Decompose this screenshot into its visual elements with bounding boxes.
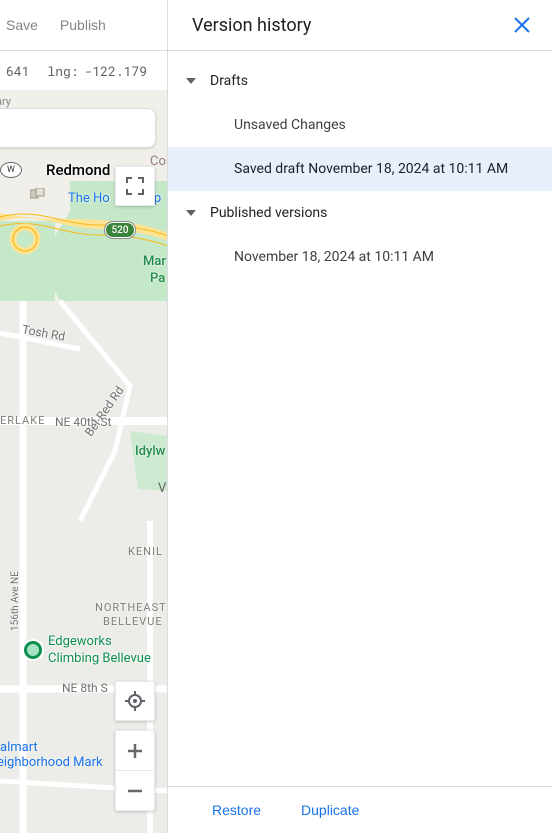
label-edgeworks-2: Climbing Bellevue (48, 651, 151, 666)
lng-key: lng: (47, 62, 78, 80)
plus-icon (127, 743, 143, 759)
label-overlake: ERLAKE (0, 414, 45, 427)
drafts-section-header[interactable]: Drafts (168, 59, 552, 103)
route-shield-520: 520 (105, 222, 135, 238)
label-nebellevue-2: BELLEVUE (103, 615, 163, 628)
published-label: Published versions (210, 205, 327, 221)
panel-footer: Restore Duplicate (168, 786, 552, 833)
close-button[interactable] (510, 13, 534, 37)
label-8th: NE 8th S (62, 681, 108, 695)
my-location-icon (124, 690, 146, 712)
publish-button[interactable]: Publish (60, 17, 106, 33)
version-row-published[interactable]: November 18, 2024 at 10:11 AM (168, 235, 552, 279)
save-button[interactable]: Save (6, 17, 38, 33)
label-redmond: Redmond (46, 161, 110, 179)
label-edgeworks-1: Edgeworks (48, 634, 112, 649)
label-home-depot-a: The Ho (68, 191, 110, 206)
chevron-down-icon (186, 210, 196, 216)
label-156th: 156th Ave NE (10, 571, 21, 631)
label-kenilworth: KENIL (128, 545, 163, 558)
editor-left-column: Save Publish 641 lng: -122.179 (0, 0, 168, 833)
layers-icon (30, 188, 48, 200)
zoom-out-button[interactable] (116, 771, 154, 810)
label-marymoor-1: Mar (143, 254, 166, 269)
chevron-down-icon (186, 78, 196, 84)
label-walmart-1: almart (0, 740, 38, 755)
zoom-in-button[interactable] (116, 731, 154, 770)
label-marymoor-2: Pa (150, 271, 165, 286)
route-shield-oval: W (0, 162, 22, 178)
panel-header: Version history (168, 0, 552, 51)
fullscreen-icon (126, 177, 144, 195)
drafts-label: Drafts (210, 73, 248, 89)
panel-title: Version history (192, 15, 311, 36)
label-nebellevue-1: NORTHEAST (95, 601, 167, 614)
lng-value: -122.179 (85, 62, 147, 80)
label-idylwood: Idylw (135, 444, 165, 459)
poi-pin-icon (24, 641, 42, 659)
published-section-header[interactable]: Published versions (168, 191, 552, 235)
label-v: V (158, 481, 166, 496)
version-history-panel: Version history Drafts Unsaved Changes S… (168, 0, 552, 833)
version-list: Drafts Unsaved Changes Saved draft Novem… (168, 51, 552, 786)
map-search-input[interactable] (0, 108, 156, 148)
label-ary: ary (0, 95, 11, 108)
coordinates-bar: 641 lng: -122.179 (0, 51, 167, 91)
close-icon (513, 16, 531, 34)
fullscreen-button[interactable] (115, 166, 155, 206)
restore-button[interactable]: Restore (212, 802, 261, 818)
version-row-unsaved[interactable]: Unsaved Changes (168, 103, 552, 147)
minus-icon (127, 783, 143, 799)
label-walmart-2: eighborhood Mark (0, 755, 103, 770)
editor-toolbar: Save Publish (0, 0, 167, 51)
zoom-control (115, 730, 155, 811)
version-row-saved-draft[interactable]: Saved draft November 18, 2024 at 10:11 A… (168, 147, 552, 191)
my-location-button[interactable] (115, 681, 155, 721)
duplicate-button[interactable]: Duplicate (301, 802, 359, 818)
lat-value: 641 (6, 62, 29, 80)
